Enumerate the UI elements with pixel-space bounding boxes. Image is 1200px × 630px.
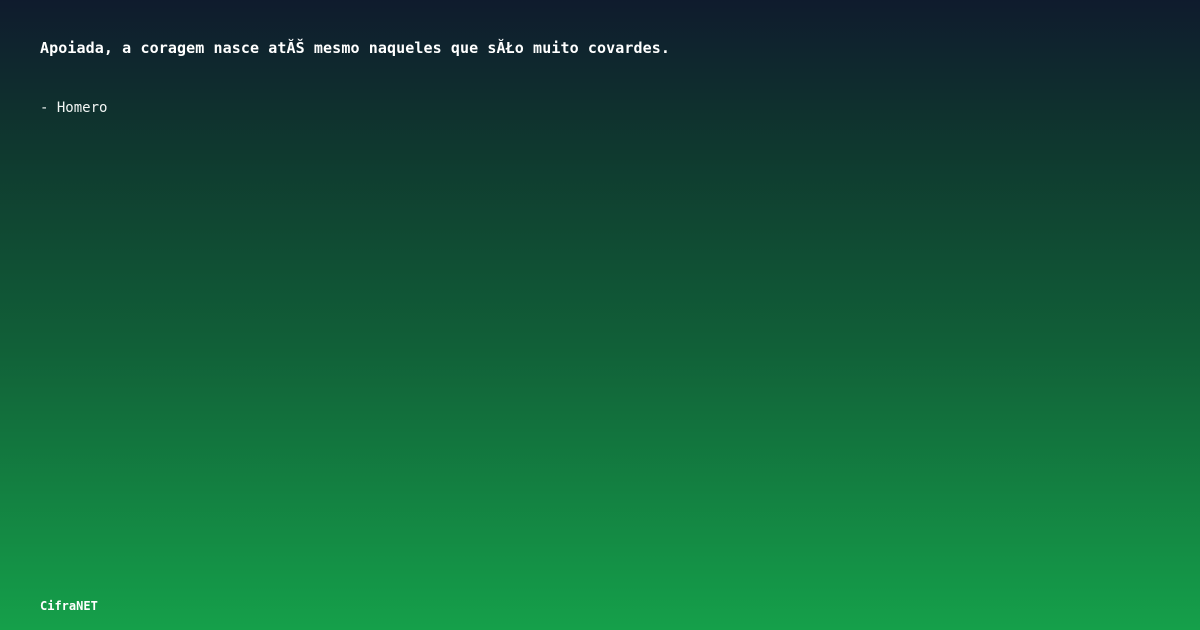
quote-text: Apoiada, a coragem nasce atĂŠ mesmo naqu… <box>40 39 671 57</box>
brand-name: CifraNET <box>40 599 98 613</box>
quote-card: Apoiada, a coragem nasce atĂŠ mesmo naqu… <box>0 0 1200 630</box>
quote-author: - Homero <box>40 100 108 116</box>
